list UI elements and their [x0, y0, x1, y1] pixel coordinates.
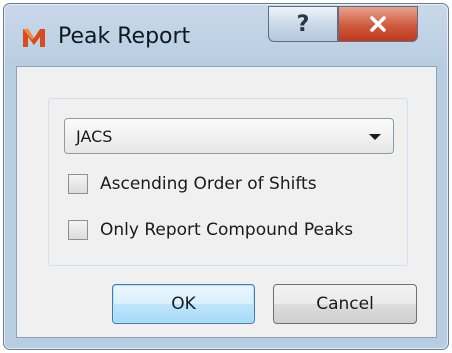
dialog-body: JACS Ascending Order of Shifts Only Repo…: [16, 66, 437, 338]
dialog-title: Peak Report: [58, 24, 191, 49]
ascending-order-label: Ascending Order of Shifts: [100, 174, 317, 194]
close-button[interactable]: [338, 6, 418, 42]
help-button[interactable]: ?: [268, 6, 338, 42]
cancel-button[interactable]: Cancel: [273, 284, 417, 324]
compound-peaks-label: Only Report Compound Peaks: [100, 220, 354, 240]
ok-button[interactable]: OK: [112, 284, 255, 324]
ascending-order-option[interactable]: Ascending Order of Shifts: [68, 174, 317, 194]
mnova-m-icon: [23, 29, 45, 47]
chevron-down-icon: [369, 134, 381, 140]
dialog-window: Peak Report ? JACS Ascending Order of Sh…: [3, 3, 449, 350]
format-select[interactable]: JACS: [64, 118, 394, 154]
format-select-value: JACS: [76, 127, 113, 146]
ascending-order-checkbox[interactable]: [68, 174, 88, 194]
compound-peaks-option[interactable]: Only Report Compound Peaks: [68, 220, 353, 240]
close-icon: [370, 16, 386, 32]
compound-peaks-checkbox[interactable]: [68, 220, 88, 240]
help-icon: ?: [296, 11, 310, 37]
title-bar[interactable]: Peak Report ?: [4, 4, 448, 68]
